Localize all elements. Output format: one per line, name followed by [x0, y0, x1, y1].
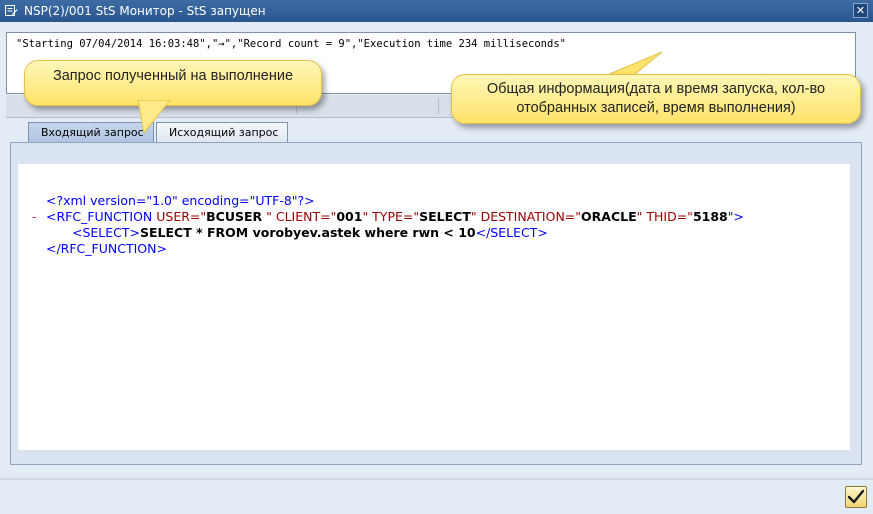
- collapse-marker[interactable]: -: [32, 209, 37, 225]
- attr-destination-name: " DESTINATION=": [470, 209, 582, 224]
- attr-close: ">: [727, 209, 744, 224]
- attr-thid-name: " THID=": [636, 209, 693, 224]
- callout-general-info: Общая информация(дата и время запуска, к…: [451, 74, 861, 124]
- select-line: <SELECT>SELECT * FROM vorobyev.astek whe…: [72, 225, 548, 241]
- close-icon: ✕: [855, 4, 866, 17]
- rfc-open-tag: <RFC_FUNCTION: [46, 209, 153, 224]
- tab-content-panel: <?xml version="1.0" encoding="UTF-8"?> -…: [10, 142, 862, 465]
- callout-request-pointer: [137, 100, 171, 135]
- select-close-tag: </SELECT>: [475, 225, 548, 240]
- attr-user-name: USER=": [152, 209, 207, 224]
- close-button[interactable]: ✕: [853, 3, 868, 18]
- attr-user-value: BCUSER: [206, 209, 263, 224]
- attr-type-name: " TYPE=": [362, 209, 420, 224]
- attr-thid-value: 5188: [692, 209, 728, 224]
- title-bar: NSP(2)/001 StS Монитор - StS запущен ✕: [0, 0, 873, 22]
- attr-type-value: SELECT: [419, 209, 471, 224]
- xml-viewer[interactable]: <?xml version="1.0" encoding="UTF-8"?> -…: [18, 164, 850, 450]
- rfc-function-open-line: <RFC_FUNCTION USER="BCUSER " CLIENT="001…: [46, 209, 744, 225]
- attr-client-value: 001: [336, 209, 363, 224]
- checkmark-icon: [847, 489, 865, 504]
- ok-button[interactable]: [845, 486, 867, 508]
- status-line: "Starting 07/04/2014 16:03:48","→","Reco…: [16, 38, 566, 50]
- attr-destination-value: ORACLE: [581, 209, 637, 224]
- select-query-text: SELECT * FROM vorobyev.astek where rwn <…: [140, 225, 476, 240]
- footer-divider: [0, 478, 873, 480]
- attr-client-name: " CLIENT=": [262, 209, 337, 224]
- xml-declaration: <?xml version="1.0" encoding="UTF-8"?>: [46, 193, 315, 208]
- rfc-function-close-tag: </RFC_FUNCTION>: [46, 241, 167, 256]
- window-title: NSP(2)/001 StS Монитор - StS запущен: [24, 4, 266, 18]
- window-menu-icon[interactable]: [5, 4, 18, 17]
- strip-divider: [438, 98, 439, 114]
- select-open-tag: <SELECT>: [72, 225, 141, 240]
